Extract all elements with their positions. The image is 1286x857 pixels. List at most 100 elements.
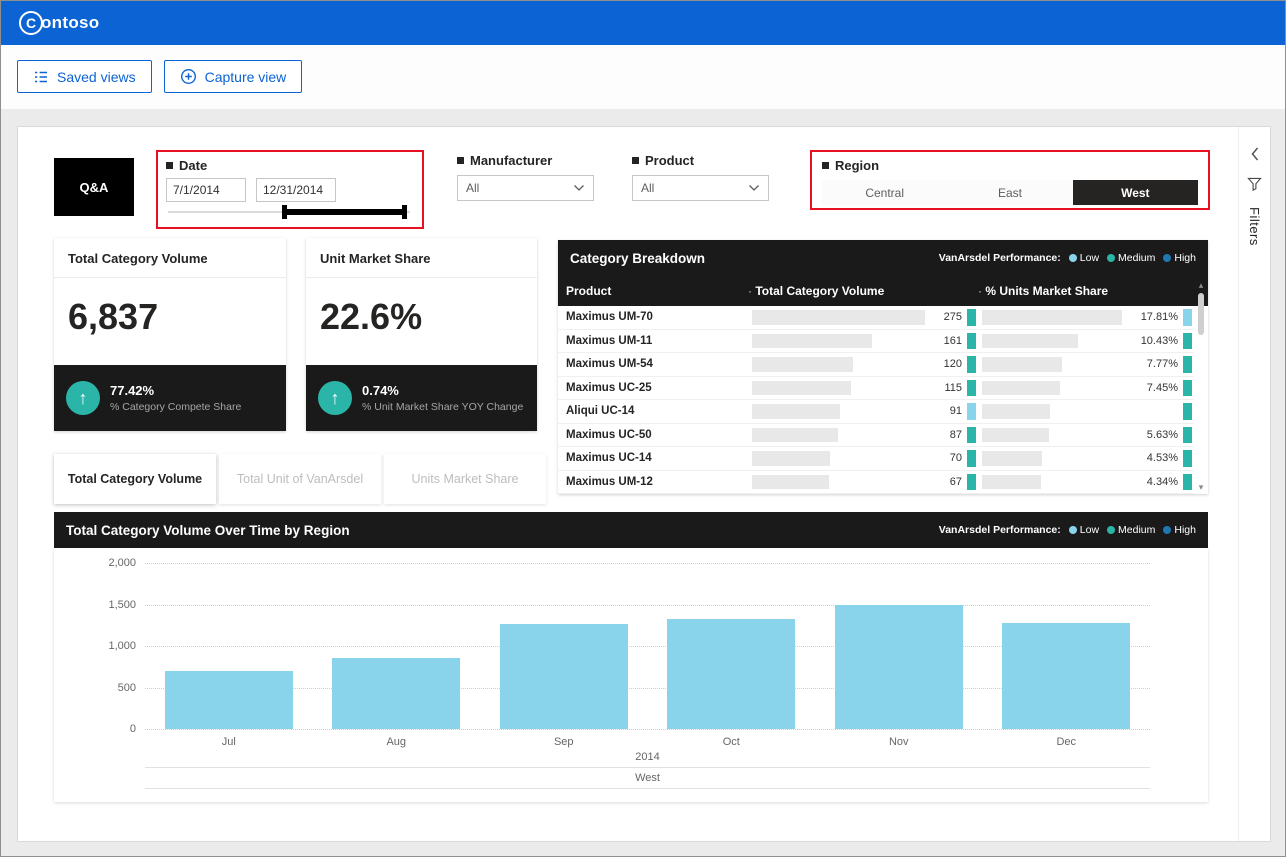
- legend-item-high[interactable]: High: [1163, 252, 1196, 264]
- table-row-maximus-um-70[interactable]: Maximus UM-7027517.81%: [558, 306, 1194, 330]
- volume-over-time-chart-panel: Total Category Volume Over Time by Regio…: [54, 512, 1208, 802]
- kpi-footer: ↑ 0.74% % Unit Market Share YOY Change: [306, 365, 537, 431]
- saved-views-icon: [33, 69, 49, 85]
- scrollbar-thumb[interactable]: [1198, 293, 1204, 335]
- table-row-maximus-um-12[interactable]: Maximus UM-12674.34%: [558, 471, 1194, 495]
- tab-total-category-volume[interactable]: Total Category Volume: [54, 454, 216, 504]
- kpi-card-total-category-volume: Total Category Volume 6,837 ↑ 77.42% % C…: [54, 238, 286, 431]
- logo-text: ontoso: [41, 13, 99, 33]
- cell-value: 70: [950, 452, 962, 464]
- tab-units-market-share[interactable]: Units Market Share: [384, 454, 546, 504]
- legend-title: VanArsdel Performance:: [939, 524, 1061, 536]
- table-row-maximus-um-54[interactable]: Maximus UM-54 120 7.77%: [558, 353, 1194, 377]
- data-bar: [982, 428, 1049, 443]
- column-header-share[interactable]: % Units Market Share: [978, 284, 1194, 298]
- date-slicer-label: Date: [166, 158, 414, 173]
- kpi-value: 6,837: [54, 278, 286, 356]
- share-cell: 17.81%: [978, 306, 1194, 329]
- scroll-up-icon[interactable]: ▴: [1199, 280, 1204, 290]
- cell-value: 67: [950, 476, 962, 488]
- cell-value: 120: [944, 358, 962, 370]
- performance-indicator-medium: [967, 450, 976, 467]
- table-row-maximus-uc-25[interactable]: Maximus UC-251157.45%: [558, 377, 1194, 401]
- legend-item-low[interactable]: Low: [1069, 524, 1099, 536]
- saved-views-button[interactable]: Saved views: [17, 60, 152, 93]
- logo-c-icon: C: [19, 11, 43, 35]
- share-cell: [978, 400, 1194, 423]
- slider-selected-range[interactable]: [284, 209, 405, 215]
- date-inputs: [166, 178, 414, 202]
- table-row-aliqui-uc-14[interactable]: Aliqui UC-1491: [558, 400, 1194, 424]
- legend-item-medium[interactable]: Medium: [1107, 524, 1155, 536]
- region-option-west[interactable]: West: [1073, 180, 1198, 205]
- table-column-headers: Product Total Category Volume % Units Ma…: [558, 276, 1208, 306]
- kpi-delta: 0.74%: [362, 383, 523, 398]
- circle-plus-icon: [180, 68, 197, 85]
- date-end-input[interactable]: [256, 178, 336, 202]
- bar-aug[interactable]: [332, 658, 460, 729]
- chevron-down-icon: [748, 184, 760, 192]
- scroll-down-icon[interactable]: ▾: [1199, 482, 1204, 492]
- data-bar: [982, 334, 1078, 349]
- cell-value: 7.77%: [1147, 358, 1178, 370]
- performance-indicator-low: [1183, 309, 1192, 326]
- slider-handle-start[interactable]: [282, 205, 287, 219]
- cell-value: 91: [950, 405, 962, 417]
- table-row-maximus-um-11[interactable]: Maximus UM-1116110.43%: [558, 330, 1194, 354]
- legend-label: Low: [1080, 524, 1099, 536]
- column-header-product[interactable]: Product: [558, 284, 748, 298]
- bar-jul[interactable]: [165, 671, 293, 729]
- slider-handle-end[interactable]: [402, 205, 407, 219]
- region-option-east[interactable]: East: [947, 180, 1072, 205]
- app-header: C ontoso: [1, 1, 1285, 45]
- qna-button[interactable]: Q&A: [54, 158, 134, 216]
- data-bar: [982, 475, 1041, 490]
- share-cell: 7.45%: [978, 377, 1194, 400]
- performance-legend: VanArsdel Performance: Low Medium High: [939, 524, 1196, 536]
- square-bullet-icon: [166, 162, 173, 169]
- filters-panel-collapsed: Filters: [1238, 127, 1270, 841]
- data-bar: [752, 404, 840, 419]
- bar-dec[interactable]: [1002, 623, 1130, 729]
- region-slicer-label: Region: [822, 158, 1198, 173]
- manufacturer-dropdown[interactable]: All: [457, 175, 594, 201]
- bar-sep[interactable]: [500, 624, 628, 729]
- x-axis-label: Oct: [648, 736, 816, 748]
- date-slicer: Date: [156, 150, 424, 229]
- legend-item-high[interactable]: High: [1163, 524, 1196, 536]
- table-row-maximus-uc-14[interactable]: Maximus UC-14704.53%: [558, 447, 1194, 471]
- capture-view-button[interactable]: Capture view: [164, 60, 303, 93]
- product-name: Maximus UM-54: [558, 358, 748, 370]
- product-dropdown[interactable]: All: [632, 175, 769, 201]
- volume-cell: 91: [748, 400, 978, 423]
- chart-title: Total Category Volume Over Time by Regio…: [66, 523, 350, 538]
- column-header-volume[interactable]: Total Category Volume: [748, 284, 978, 298]
- report-canvas: Q&A Date: [17, 126, 1271, 842]
- table-row-maximus-uc-50[interactable]: Maximus UC-50875.63%: [558, 424, 1194, 448]
- gridline: [145, 605, 1150, 606]
- table-scrollbar[interactable]: ▴ ▾: [1195, 280, 1207, 492]
- kpi-title: Unit Market Share: [306, 238, 537, 278]
- legend-item-low[interactable]: Low: [1069, 252, 1099, 264]
- date-start-input[interactable]: [166, 178, 246, 202]
- tab-total-unit-of-vanarsdel[interactable]: Total Unit of VanArsdel: [219, 454, 381, 504]
- region-option-central[interactable]: Central: [822, 180, 947, 205]
- filter-funnel-icon[interactable]: [1247, 177, 1262, 191]
- up-arrow-icon: ↑: [318, 381, 352, 415]
- legend-label: High: [1174, 524, 1196, 536]
- category-breakdown-panel: Category Breakdown VanArsdel Performance…: [558, 240, 1208, 494]
- expand-panel-chevron-icon[interactable]: [1251, 147, 1259, 161]
- legend-item-medium[interactable]: Medium: [1107, 252, 1155, 264]
- product-name: Maximus UM-12: [558, 476, 748, 488]
- performance-indicator-medium: [1183, 356, 1192, 373]
- legend-dot-icon: [1069, 254, 1077, 262]
- table-title: Category Breakdown: [570, 251, 705, 266]
- data-bar: [752, 451, 830, 466]
- legend-label: High: [1174, 252, 1196, 264]
- bar-nov[interactable]: [835, 605, 963, 730]
- contoso-logo: C ontoso: [19, 11, 99, 35]
- legend-label: Medium: [1118, 524, 1155, 536]
- bar-oct[interactable]: [667, 619, 795, 729]
- axis-divider: [145, 767, 1150, 768]
- date-range-slider[interactable]: [168, 205, 410, 219]
